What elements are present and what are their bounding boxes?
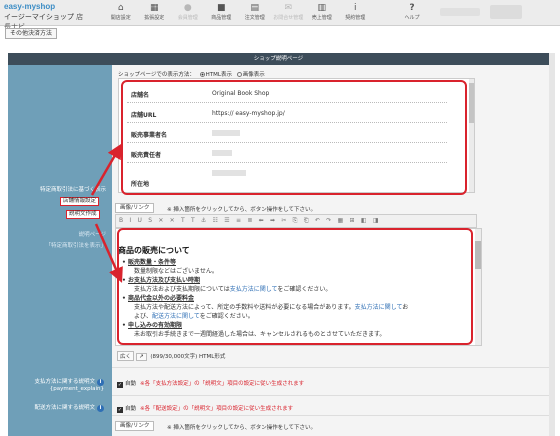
arrow-to-shop-info [90, 143, 122, 196]
arrow-to-editor [94, 223, 123, 283]
annotation-arrows [90, 143, 123, 283]
